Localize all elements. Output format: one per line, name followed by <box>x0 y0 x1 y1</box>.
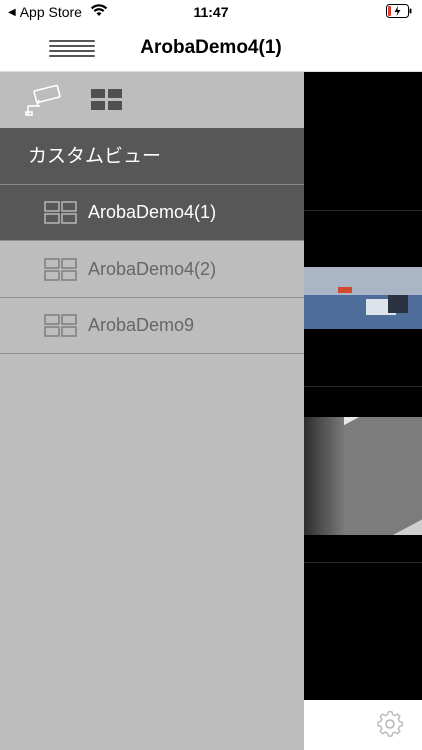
status-bar: ◀ App Store 11:47 <box>0 0 422 24</box>
gear-icon[interactable] <box>376 710 404 743</box>
app-screen: ◀ App Store 11:47 ArobaDemo4(1) カスタムビュー … <box>0 0 422 750</box>
camera-feed-2[interactable] <box>304 417 422 535</box>
view-item-label: ArobaDemo4(2) <box>88 259 217 279</box>
page-title: ArobaDemo4(1) <box>140 37 282 58</box>
layout-grid-icon <box>44 258 78 287</box>
side-drawer: カスタムビュー ArobaDemo4(1) ArobaDemo4(2) Arob… <box>0 72 304 750</box>
status-time: 11:47 <box>193 4 229 20</box>
view-item-label: ArobaDemo9 <box>88 315 195 335</box>
view-item-arobademo4-2[interactable]: ArobaDemo4(2) <box>0 242 304 298</box>
camera-icon[interactable] <box>24 84 62 121</box>
bottom-toolbar <box>304 700 422 750</box>
feed-divider <box>304 386 422 387</box>
view-item-label: ArobaDemo4(1) <box>88 202 217 222</box>
view-item-arobademo4-1[interactable]: ArobaDemo4(1) <box>0 185 304 241</box>
drawer-toolbar <box>0 72 304 128</box>
camera-feed-1[interactable] <box>304 267 422 329</box>
camera-grid-pane <box>304 72 422 700</box>
feed-divider <box>304 562 422 563</box>
grid-view-icon[interactable] <box>90 88 124 117</box>
view-item-arobademo9[interactable]: ArobaDemo9 <box>0 298 304 354</box>
layout-grid-icon <box>44 314 78 343</box>
battery-icon <box>386 4 412 21</box>
feed-divider <box>304 210 422 211</box>
custom-view-header: カスタムビュー <box>0 128 304 185</box>
navigation-bar: ArobaDemo4(1) <box>0 24 422 72</box>
layout-grid-icon <box>44 201 78 230</box>
